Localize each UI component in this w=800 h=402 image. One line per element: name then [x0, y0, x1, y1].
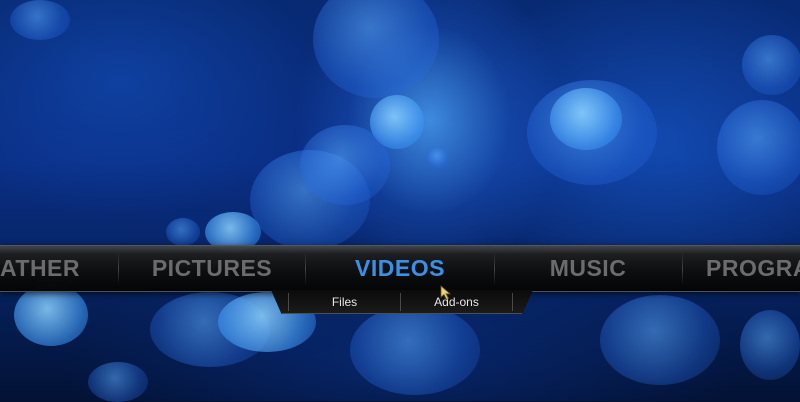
- bokeh-circle: [10, 0, 70, 40]
- submenu-item-files[interactable]: Files: [289, 290, 400, 314]
- menu-item-videos[interactable]: VIDEOS: [306, 246, 494, 291]
- menu-item-music[interactable]: MUSIC: [495, 246, 681, 291]
- menu-item-pictures[interactable]: PICTURES: [120, 246, 304, 291]
- menu-item-weather[interactable]: ATHER: [0, 246, 90, 291]
- bokeh-circle: [88, 362, 148, 402]
- menu-separator: [118, 252, 119, 285]
- bokeh-background: [0, 0, 800, 402]
- menu-item-programs[interactable]: PROGRA: [706, 246, 800, 291]
- bokeh-circle: [300, 125, 390, 205]
- bokeh-circle: [350, 305, 480, 395]
- bokeh-circle: [742, 35, 800, 95]
- mouse-pointer-icon: [440, 285, 452, 301]
- bokeh-circle: [550, 88, 622, 150]
- bokeh-circle: [740, 310, 800, 380]
- submenu-separator: [512, 293, 513, 311]
- submenu-underline: [282, 313, 522, 314]
- bokeh-circle: [600, 295, 720, 385]
- bokeh-circle: [428, 148, 448, 168]
- bokeh-circle: [313, 0, 439, 98]
- submenu-item-add-ons[interactable]: Add-ons: [401, 290, 512, 314]
- menu-separator: [682, 252, 683, 285]
- bokeh-circle: [14, 284, 88, 346]
- videos-submenu: Files Add-ons: [271, 290, 533, 314]
- bokeh-circle: [166, 218, 200, 246]
- bokeh-circle: [717, 100, 800, 195]
- main-menu-bar: ATHER PICTURES VIDEOS MUSIC PROGRA: [0, 245, 800, 292]
